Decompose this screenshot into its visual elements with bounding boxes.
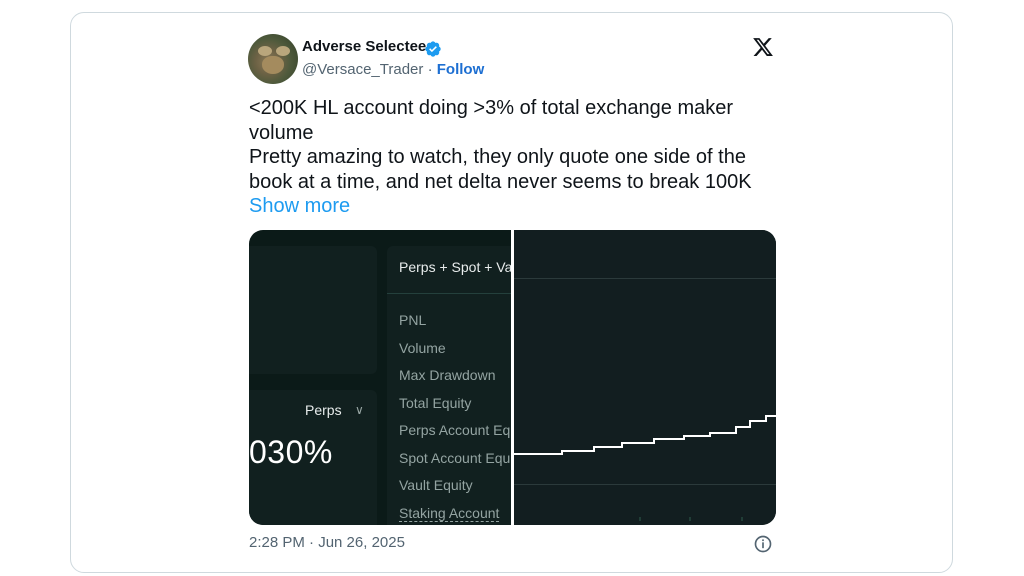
x-logo-icon[interactable]: [751, 36, 775, 58]
image-split-divider: [511, 230, 514, 525]
metric-label: Vault Equity: [399, 477, 473, 493]
metric-label: Perps Account Eq: [399, 422, 511, 438]
author-handle-row: @Versace_Trader · Follow: [302, 61, 484, 78]
metric-label: Spot Account Equ: [399, 450, 511, 466]
metric-label: PNL: [399, 312, 427, 328]
metric-label: Total Equity: [399, 395, 472, 411]
separator: ·: [423, 61, 437, 78]
percent-value: 030%: [249, 434, 333, 470]
equity-chart: [514, 230, 776, 525]
follow-button[interactable]: Follow: [437, 61, 485, 78]
tweet-media-image[interactable]: Perps ∨ 030% Perps + Spot + Va PNL Volum…: [249, 230, 776, 525]
chevron-down-icon: ∨: [355, 403, 364, 417]
metric-label: Max Drawdown: [399, 367, 496, 383]
show-more-link[interactable]: Show more: [249, 195, 350, 217]
verified-badge-icon: [425, 41, 441, 57]
info-icon[interactable]: [753, 534, 773, 554]
tweet-timestamp[interactable]: 2:28 PM · Jun 26, 2025: [249, 534, 405, 551]
tweet-text-line: Pretty amazing to watch, they only quote…: [249, 146, 752, 217]
equity-chart-svg: [514, 415, 776, 521]
perps-dropdown-label: Perps: [305, 402, 342, 418]
stats-panel: Perps + Spot + Va PNL Volume Max Drawdow…: [387, 246, 513, 525]
author-display-name[interactable]: Adverse Selectee: [302, 38, 426, 55]
equity-line: [514, 415, 776, 455]
author-handle[interactable]: @Versace_Trader: [302, 61, 423, 78]
avatar[interactable]: [248, 34, 298, 84]
tweet-text: <200K HL account doing >3% of total exch…: [249, 96, 779, 219]
divider: [387, 293, 513, 294]
metric-label: Staking Account: [399, 505, 500, 522]
stats-panel-header: Perps + Spot + Va: [399, 259, 513, 275]
media-panel-top-left: [249, 246, 377, 374]
metric-label: Volume: [399, 340, 446, 356]
tweet-text-line: <200K HL account doing >3% of total exch…: [249, 97, 734, 144]
